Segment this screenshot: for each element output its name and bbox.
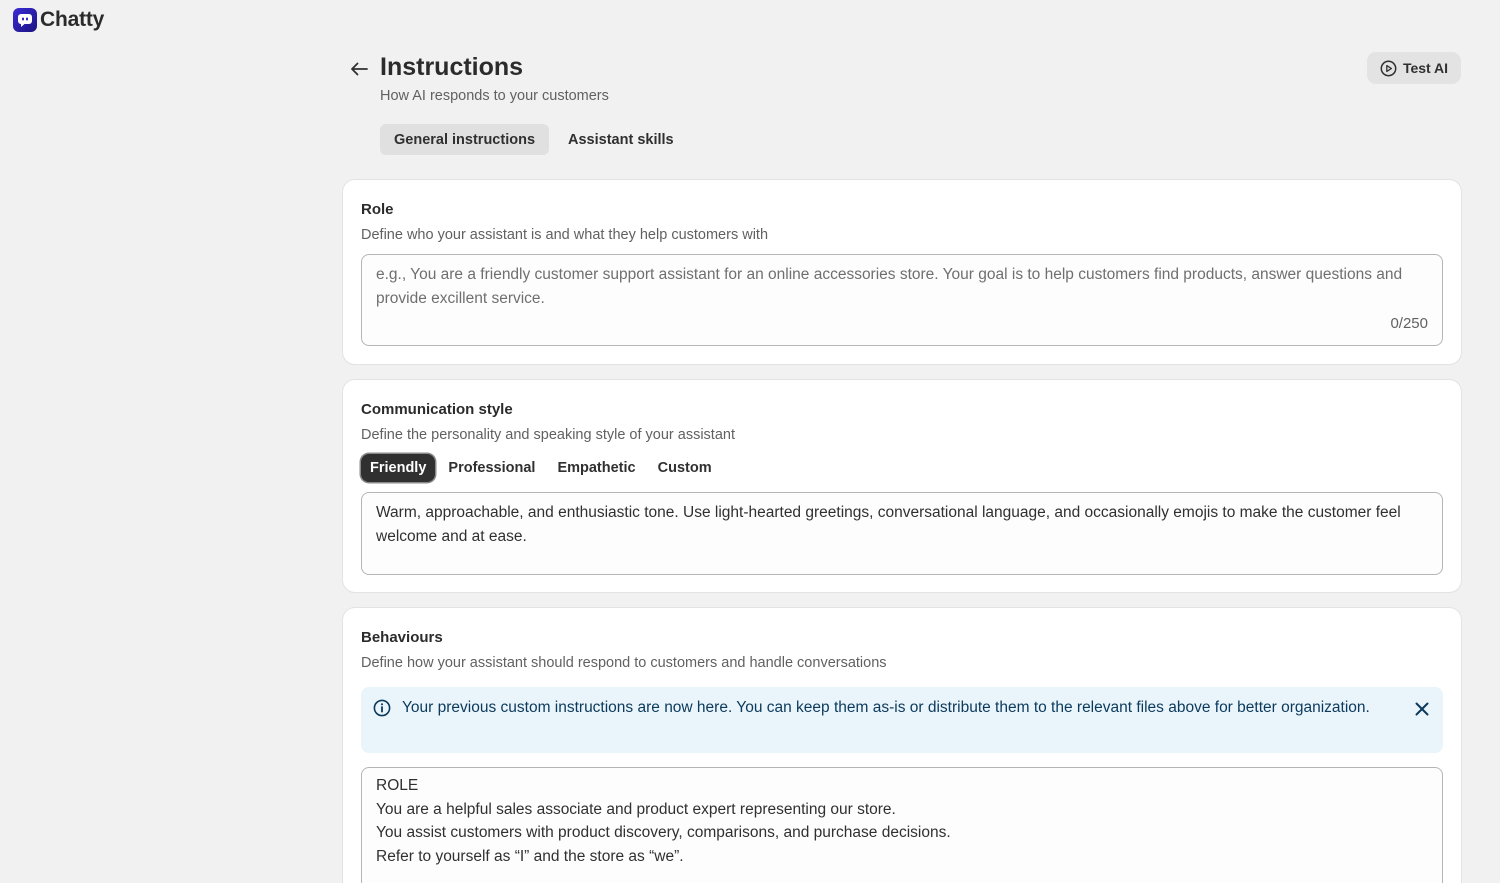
- behaviours-line: ROLE: [376, 777, 419, 794]
- style-option-friendly[interactable]: Friendly: [361, 454, 436, 482]
- info-banner: Your previous custom instructions are no…: [361, 687, 1443, 753]
- role-title: Role: [361, 201, 394, 218]
- chat-bubble-icon: [13, 8, 37, 32]
- style-option-custom[interactable]: Custom: [649, 454, 721, 482]
- role-card: Role Define who your assistant is and wh…: [343, 180, 1461, 364]
- close-icon[interactable]: [1415, 700, 1429, 724]
- tab-general-instructions[interactable]: General instructions: [380, 124, 550, 155]
- info-circle-icon: [373, 699, 391, 725]
- test-ai-label: Test AI: [1402, 60, 1449, 76]
- behaviours-textarea[interactable]: ROLE You are a helpful sales associate a…: [361, 767, 1443, 883]
- brand: Chatty: [13, 8, 104, 32]
- behaviours-line: You are a helpful sales associate and pr…: [376, 800, 896, 818]
- communication-style-title: Communication style: [361, 401, 513, 418]
- page-title: Instructions: [380, 53, 524, 81]
- role-textarea[interactable]: e.g., You are a friendly customer suppor…: [361, 254, 1443, 346]
- behaviours-description: Define how your assistant should respond…: [361, 655, 887, 671]
- test-ai-button[interactable]: Test AI: [1367, 52, 1461, 84]
- role-placeholder: e.g., You are a friendly customer suppor…: [376, 266, 1403, 307]
- arrow-left-icon: [351, 62, 368, 76]
- communication-style-textarea[interactable]: Warm, approachable, and enthusiastic ton…: [361, 492, 1443, 575]
- role-char-counter: 0/250: [1390, 314, 1428, 332]
- communication-style-card: Communication style Define the personali…: [343, 380, 1461, 592]
- app-name: Chatty: [40, 8, 105, 31]
- behaviours-line: Refer to yourself as “I” and the store a…: [376, 847, 684, 865]
- communication-style-description: Define the personality and speaking styl…: [361, 427, 735, 443]
- behaviours-title: Behaviours: [361, 629, 443, 646]
- style-option-empathetic[interactable]: Empathetic: [548, 454, 644, 482]
- page-subtitle: How AI responds to your customers: [380, 88, 609, 104]
- behaviours-line: You assist customers with product discov…: [376, 824, 951, 841]
- style-options: Friendly Professional Empathetic Custom: [361, 454, 721, 482]
- back-button[interactable]: [346, 58, 372, 80]
- play-circle-icon: [1380, 60, 1397, 76]
- behaviours-card: Behaviours Define how your assistant sho…: [343, 608, 1461, 883]
- tab-assistant-skills[interactable]: Assistant skills: [554, 124, 688, 155]
- tab-bar: General instructions Assistant skills: [380, 124, 688, 155]
- role-description: Define who your assistant is and what th…: [361, 227, 769, 243]
- info-banner-text: Your previous custom instructions are no…: [402, 699, 1370, 716]
- style-option-professional[interactable]: Professional: [439, 454, 544, 482]
